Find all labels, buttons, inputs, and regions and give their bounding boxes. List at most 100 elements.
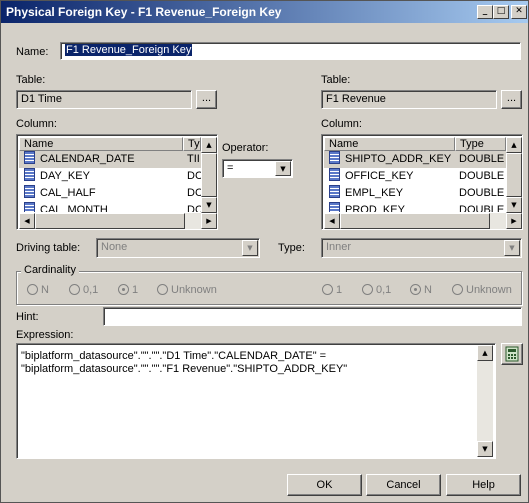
scroll-down-icon[interactable]: ▼ bbox=[477, 441, 493, 457]
column-icon bbox=[329, 202, 340, 212]
right-row[interactable]: SHIPTO_ADDR_KEY DOUBLE bbox=[324, 151, 506, 168]
cardinality-right-1[interactable]: 1 bbox=[322, 284, 342, 296]
left-table-browse-button[interactable]: ... bbox=[196, 90, 217, 109]
left-header-type[interactable]: Ty bbox=[183, 137, 201, 151]
scroll-right-icon[interactable]: ▶ bbox=[201, 213, 217, 229]
scroll-down-icon[interactable]: ▼ bbox=[506, 197, 522, 213]
radio-icon bbox=[69, 284, 80, 295]
radio-label: 1 bbox=[132, 284, 139, 296]
type-select[interactable]: Inner ▼ bbox=[321, 238, 522, 258]
minimize-icon[interactable]: _ bbox=[477, 5, 493, 19]
radio-label: 1 bbox=[336, 284, 343, 296]
scroll-thumb[interactable] bbox=[340, 213, 490, 229]
cardinality-left-01[interactable]: 0,1 bbox=[69, 284, 98, 296]
scroll-right-icon[interactable]: ▶ bbox=[506, 213, 522, 229]
right-vertical-scrollbar[interactable]: ▲ ▼ bbox=[506, 137, 522, 213]
cardinality-left-n[interactable]: N bbox=[27, 284, 49, 296]
cardinality-right-01[interactable]: 0,1 bbox=[362, 284, 391, 296]
left-row[interactable]: CALENDAR_DATE TII bbox=[19, 151, 201, 168]
radio-icon bbox=[27, 284, 38, 295]
operator-select[interactable]: = ▼ bbox=[222, 159, 293, 178]
radio-icon bbox=[452, 284, 463, 295]
right-row-name: EMPL_KEY bbox=[345, 187, 404, 199]
column-icon bbox=[24, 151, 35, 164]
expression-line: "biplatform_datasource"."".""."F1 Revenu… bbox=[21, 363, 348, 375]
right-horizontal-scrollbar[interactable]: ◀ ▶ bbox=[324, 213, 522, 229]
expression-label: Expression: bbox=[16, 329, 74, 341]
scroll-thumb[interactable] bbox=[35, 213, 185, 229]
right-header-name[interactable]: Name bbox=[324, 137, 455, 151]
column-icon bbox=[329, 151, 340, 164]
expression-scrollbar[interactable]: ▲ ▼ bbox=[477, 345, 493, 457]
left-vertical-scrollbar[interactable]: ▲ ▼ bbox=[201, 137, 217, 213]
type-value: Inner bbox=[326, 241, 352, 253]
scroll-up-icon[interactable]: ▲ bbox=[506, 137, 522, 153]
right-row[interactable]: PROD_KEY DOUBLE bbox=[324, 202, 506, 212]
radio-label: 0,1 bbox=[376, 284, 392, 296]
help-button[interactable]: Help bbox=[446, 474, 521, 496]
right-column-label: Column: bbox=[321, 118, 362, 130]
expression-builder-button[interactable] bbox=[501, 343, 523, 365]
cancel-label: Cancel bbox=[386, 479, 421, 491]
right-row-name: PROD_KEY bbox=[345, 204, 405, 212]
right-table-field: F1 Revenue bbox=[321, 90, 497, 109]
close-icon[interactable]: ✕ bbox=[511, 5, 527, 19]
scroll-thumb[interactable] bbox=[506, 153, 522, 197]
cardinality-label: Cardinality bbox=[21, 264, 79, 276]
left-horizontal-scrollbar[interactable]: ◀ ▶ bbox=[19, 213, 217, 229]
cardinality-right-n[interactable]: N bbox=[410, 284, 432, 296]
ok-button[interactable]: OK bbox=[287, 474, 362, 496]
scroll-down-icon[interactable]: ▼ bbox=[201, 197, 217, 213]
scroll-left-icon[interactable]: ◀ bbox=[324, 213, 340, 229]
hint-label: Hint: bbox=[16, 311, 39, 323]
right-table-value: F1 Revenue bbox=[326, 93, 386, 105]
left-row-name: CAL_MONTH bbox=[40, 204, 108, 212]
column-icon bbox=[24, 185, 35, 198]
left-row[interactable]: CAL_HALF DC bbox=[19, 185, 201, 202]
cardinality-right-unknown[interactable]: Unknown bbox=[452, 284, 512, 296]
left-row[interactable]: DAY_KEY DC bbox=[19, 168, 201, 185]
chevron-down-icon[interactable]: ▼ bbox=[242, 240, 258, 256]
left-column-label: Column: bbox=[16, 118, 57, 130]
chevron-down-icon[interactable]: ▼ bbox=[504, 240, 520, 256]
title-bar[interactable]: Physical Foreign Key - F1 Revenue_Foreig… bbox=[1, 1, 528, 23]
radio-selected-icon bbox=[118, 284, 129, 295]
radio-icon bbox=[322, 284, 333, 295]
right-row[interactable]: OFFICE_KEY DOUBLE bbox=[324, 168, 506, 185]
cardinality-left-1[interactable]: 1 bbox=[118, 284, 138, 296]
expression-line: "biplatform_datasource"."".""."D1 Time".… bbox=[21, 350, 327, 362]
left-table-label: Table: bbox=[16, 74, 46, 86]
operator-value: = bbox=[227, 162, 234, 174]
column-icon bbox=[24, 202, 35, 212]
right-row-type: DOUBLE bbox=[459, 204, 505, 212]
name-input[interactable]: F1 Revenue_Foreign Key bbox=[60, 42, 521, 60]
right-table-browse-button[interactable]: ... bbox=[501, 90, 522, 109]
help-label: Help bbox=[472, 479, 495, 491]
left-row-name: CALENDAR_DATE bbox=[40, 153, 135, 165]
radio-label: N bbox=[41, 284, 49, 296]
scroll-up-icon[interactable]: ▲ bbox=[201, 137, 217, 153]
maximize-icon[interactable]: □ bbox=[493, 5, 509, 19]
driving-table-select[interactable]: None ▼ bbox=[96, 238, 260, 258]
scroll-left-icon[interactable]: ◀ bbox=[19, 213, 35, 229]
right-row[interactable]: EMPL_KEY DOUBLE bbox=[324, 185, 506, 202]
right-row-type: DOUBLE bbox=[459, 153, 505, 165]
radio-selected-icon bbox=[410, 284, 421, 295]
cancel-button[interactable]: Cancel bbox=[366, 474, 441, 496]
cardinality-left-unknown[interactable]: Unknown bbox=[157, 284, 217, 296]
expression-textarea[interactable]: "biplatform_datasource"."".""."D1 Time".… bbox=[16, 343, 496, 459]
right-column-list[interactable]: Name Type SHIPTO_ADDR_KEY DOUBLE OFFICE_… bbox=[321, 134, 523, 230]
radio-icon bbox=[157, 284, 168, 295]
right-row-type: DOUBLE bbox=[459, 170, 505, 182]
column-icon bbox=[329, 185, 340, 198]
hint-input[interactable] bbox=[103, 307, 522, 326]
chevron-down-icon[interactable]: ▼ bbox=[275, 161, 291, 176]
column-icon bbox=[24, 168, 35, 181]
left-header-name[interactable]: Name bbox=[19, 137, 183, 151]
scroll-up-icon[interactable]: ▲ bbox=[477, 345, 493, 361]
window-title: Physical Foreign Key - F1 Revenue_Foreig… bbox=[6, 5, 282, 19]
scroll-thumb[interactable] bbox=[201, 153, 217, 197]
left-column-list[interactable]: Name Ty CALENDAR_DATE TII DAY_KEY DC CAL… bbox=[16, 134, 218, 230]
left-row[interactable]: CAL_MONTH DC bbox=[19, 202, 201, 212]
right-header-type[interactable]: Type bbox=[455, 137, 506, 151]
